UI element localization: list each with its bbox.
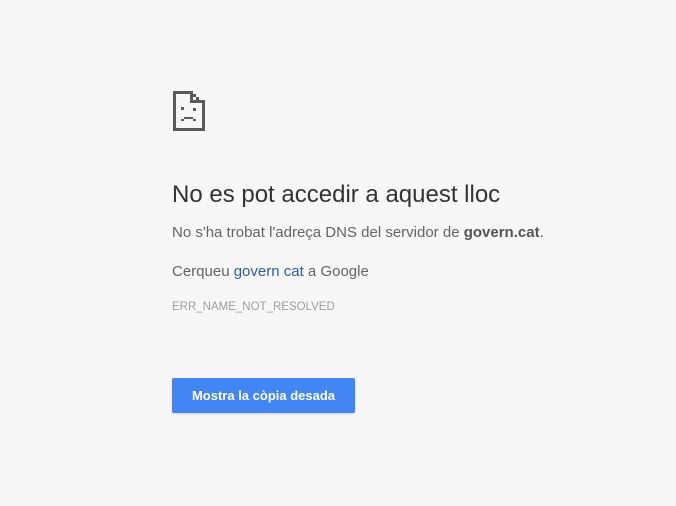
show-saved-copy-button[interactable]: Mostra la còpia desada	[172, 378, 355, 413]
search-suggestion: Cerqueu govern cat a Google	[172, 261, 652, 283]
summary-suffix: .	[539, 224, 544, 241]
suggestion-prefix: Cerqueu	[172, 263, 234, 280]
error-summary: No s'ha trobat l'adreça DNS del servidor…	[172, 222, 652, 244]
host-name: govern.cat	[463, 224, 540, 241]
page-title: No es pot accedir a aquest lloc	[172, 181, 501, 208]
error-content: No es pot accedir a aquest lloc No s'ha …	[172, 90, 652, 315]
error-code: ERR_NAME_NOT_RESOLVED	[172, 301, 335, 313]
suggestion-suffix: a Google	[303, 263, 369, 280]
summary-prefix: No s'ha trobat l'adreça DNS del servidor…	[172, 224, 464, 241]
search-link[interactable]: govern cat	[234, 263, 304, 280]
sad-page-icon	[172, 90, 206, 132]
error-page: No es pot accedir a aquest lloc No s'ha …	[0, 0, 676, 506]
